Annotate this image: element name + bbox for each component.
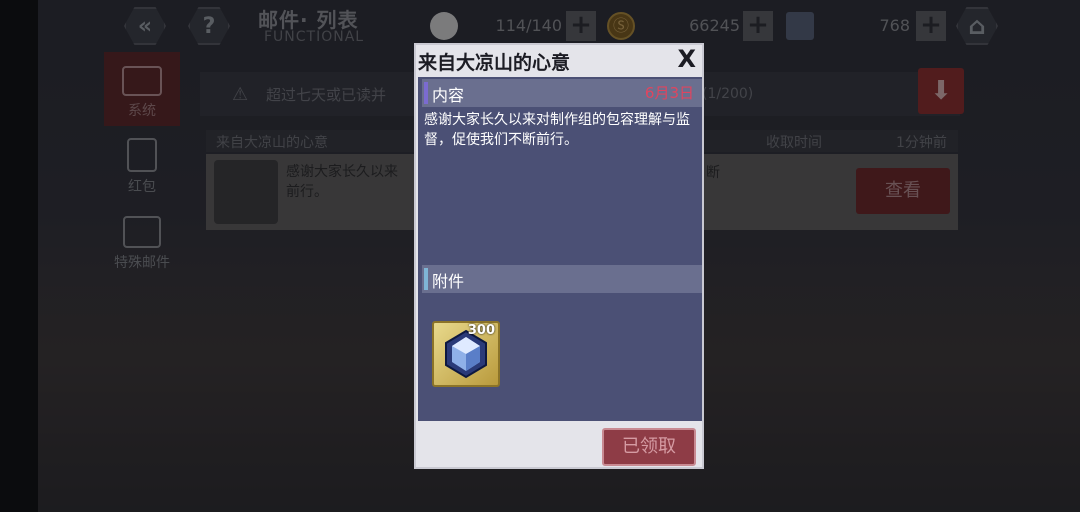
mail-content: 感谢大家长久以来对制作组的包容理解与监督，促使我们不断前行。 bbox=[424, 112, 690, 148]
content-label: 内容 bbox=[432, 86, 465, 105]
mail-detail-dialog: 来自大凉山的心意 X 内容 6月3日 感谢大家长久以来对制作组的包容理解与监督，… bbox=[414, 43, 704, 469]
attachment-count: 300 bbox=[467, 323, 495, 338]
claimed-button[interactable]: 已领取 bbox=[602, 428, 696, 466]
attachment-label: 附件 bbox=[432, 272, 465, 291]
attachment-section-header: 附件 bbox=[422, 265, 702, 293]
mail-date: 6月3日 bbox=[644, 84, 694, 102]
dialog-title: 来自大凉山的心意 bbox=[418, 52, 571, 74]
attachment-item[interactable]: 300 bbox=[432, 321, 500, 387]
close-button[interactable]: X bbox=[677, 45, 696, 73]
dialog-body: 内容 6月3日 感谢大家长久以来对制作组的包容理解与监督，促使我们不断前行。 附… bbox=[418, 77, 702, 421]
content-section-header: 内容 6月3日 bbox=[422, 79, 702, 107]
